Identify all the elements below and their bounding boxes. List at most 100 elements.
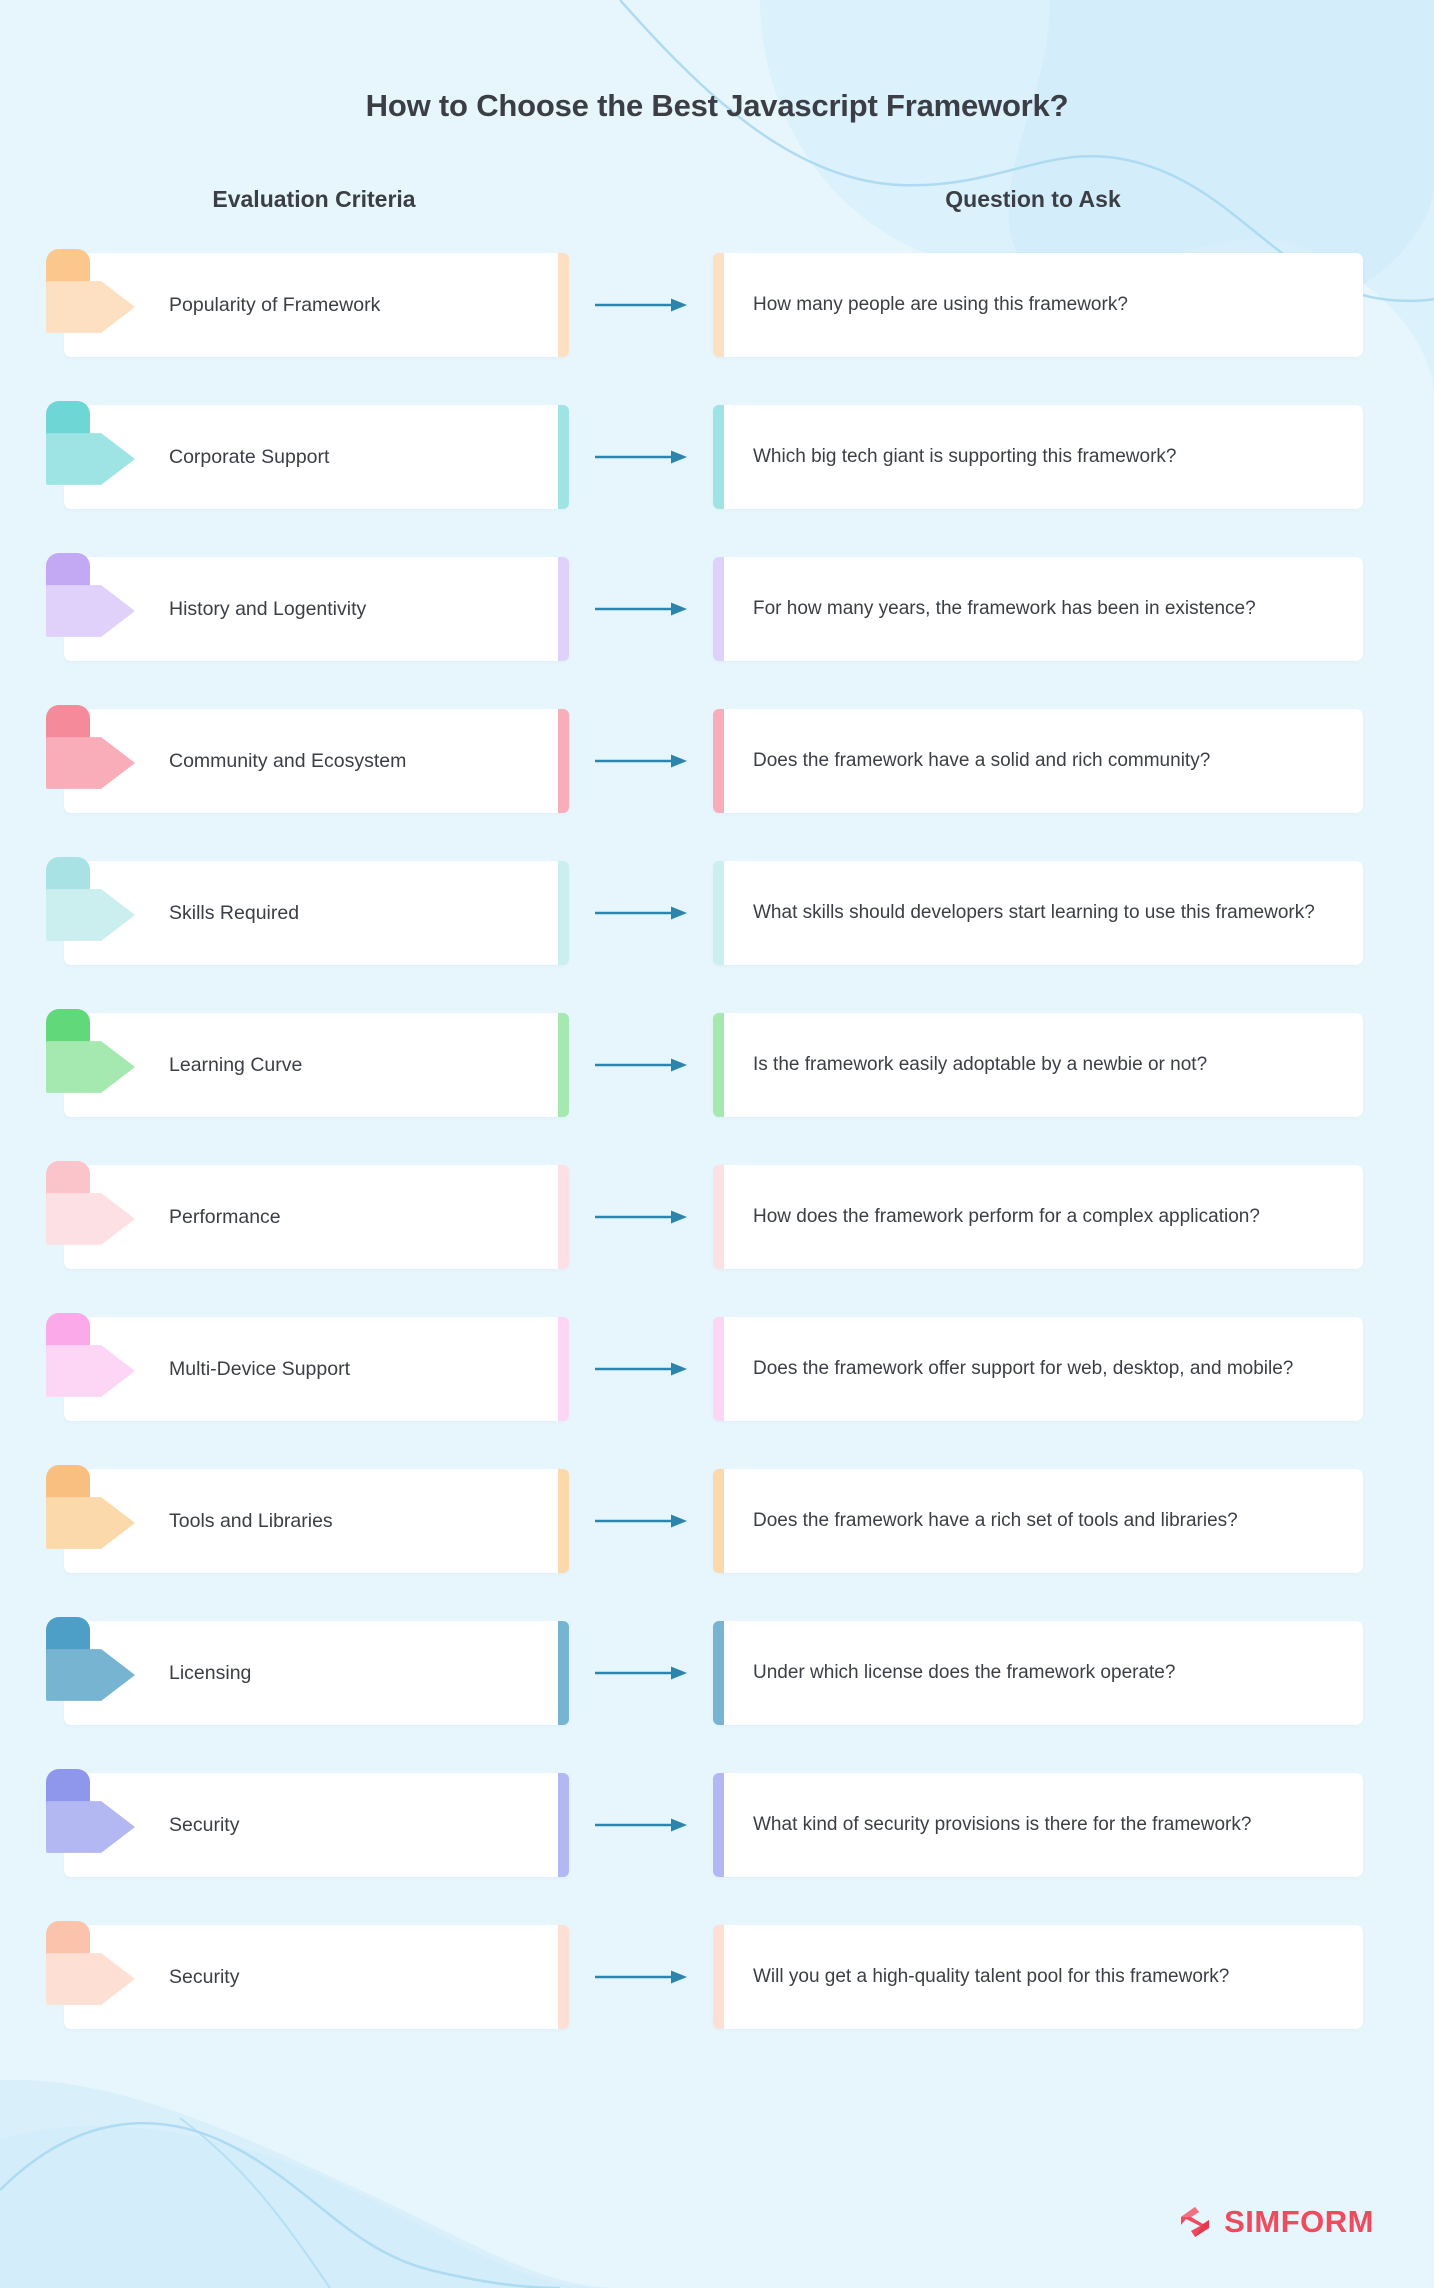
criteria-label: Corporate Support <box>169 445 330 468</box>
criteria-row: Learning Curve Is the framework easily a… <box>0 1009 1434 1117</box>
criteria-accent-strip <box>558 1925 569 2029</box>
column-headers: Evaluation Criteria Question to Ask <box>0 186 1434 213</box>
question-text: Does the framework have a rich set of to… <box>753 1510 1238 1532</box>
criteria-accent-strip <box>558 1165 569 1269</box>
question-card[interactable]: How does the framework perform for a com… <box>713 1165 1363 1269</box>
criteria-label: Skills Required <box>169 901 300 924</box>
row-connector-arrow <box>569 861 713 965</box>
row-connector-arrow <box>569 1773 713 1877</box>
question-text: What skills should developers start lear… <box>753 902 1315 924</box>
question-card[interactable]: For how many years, the framework has be… <box>713 557 1363 661</box>
criteria-card[interactable]: Popularity of Framework <box>46 249 569 357</box>
criteria-accent-strip <box>558 557 569 661</box>
row-connector-arrow <box>569 1469 713 1573</box>
arrow-right-icon <box>595 1058 687 1072</box>
criteria-accent-strip <box>558 1773 569 1877</box>
criteria-rows: Popularity of Framework How many people … <box>0 249 1434 2029</box>
arrow-right-icon <box>595 1818 687 1832</box>
arrow-right-icon <box>595 1210 687 1224</box>
row-connector-arrow <box>569 1013 713 1117</box>
question-text: Does the framework offer support for web… <box>753 1358 1294 1380</box>
row-connector-arrow <box>569 1317 713 1421</box>
question-card[interactable]: Is the framework easily adoptable by a n… <box>713 1013 1363 1117</box>
criteria-label: Performance <box>169 1205 281 1228</box>
question-card[interactable]: Does the framework have a rich set of to… <box>713 1469 1363 1573</box>
criteria-label: Community and Ecosystem <box>169 749 407 772</box>
criteria-row: Corporate Support Which big tech giant i… <box>0 401 1434 509</box>
criteria-card[interactable]: History and Logentivity <box>46 553 569 661</box>
row-connector-arrow <box>569 405 713 509</box>
criteria-label: Multi-Device Support <box>169 1357 350 1380</box>
question-text: Does the framework have a solid and rich… <box>753 750 1211 772</box>
criteria-accent-strip <box>558 709 569 813</box>
header-evaluation-criteria: Evaluation Criteria <box>212 186 416 212</box>
criteria-accent-strip <box>558 405 569 509</box>
criteria-row: Popularity of Framework How many people … <box>0 249 1434 357</box>
row-connector-arrow <box>569 1165 713 1269</box>
question-card[interactable]: How many people are using this framework… <box>713 253 1363 357</box>
criteria-card[interactable]: Security <box>46 1769 569 1877</box>
row-connector-arrow <box>569 1621 713 1725</box>
criteria-row: Skills Required What skills should devel… <box>0 857 1434 965</box>
criteria-accent-strip <box>558 861 569 965</box>
criteria-card[interactable]: Multi-Device Support <box>46 1313 569 1421</box>
question-text: How many people are using this framework… <box>753 294 1128 316</box>
criteria-label: Popularity of Framework <box>169 293 381 316</box>
criteria-label: History and Logentivity <box>169 597 367 620</box>
criteria-card[interactable]: Performance <box>46 1161 569 1269</box>
arrow-right-icon <box>595 1970 687 1984</box>
criteria-label: Security <box>169 1813 240 1836</box>
question-card[interactable]: What kind of security provisions is ther… <box>713 1773 1363 1877</box>
question-card[interactable]: Does the framework offer support for web… <box>713 1317 1363 1421</box>
criteria-card[interactable]: Corporate Support <box>46 401 569 509</box>
arrow-right-icon <box>595 602 687 616</box>
row-connector-arrow <box>569 709 713 813</box>
row-connector-arrow <box>569 557 713 661</box>
header-spacer <box>564 186 708 213</box>
criteria-accent-strip <box>558 1621 569 1725</box>
simform-logo: SIMFORM <box>1175 2204 1374 2240</box>
question-text: What kind of security provisions is ther… <box>753 1814 1252 1836</box>
arrow-right-icon <box>595 1362 687 1376</box>
question-text: How does the framework perform for a com… <box>753 1206 1260 1228</box>
question-card[interactable]: Under which license does the framework o… <box>713 1621 1363 1725</box>
simform-diamond-icon <box>1181 2207 1210 2237</box>
question-card[interactable]: Which big tech giant is supporting this … <box>713 405 1363 509</box>
page-title: How to Choose the Best Javascript Framew… <box>365 88 1069 123</box>
criteria-card[interactable]: Skills Required <box>46 857 569 965</box>
question-text: Will you get a high-quality talent pool … <box>753 1966 1230 1988</box>
criteria-accent-strip <box>558 253 569 357</box>
criteria-card[interactable]: Community and Ecosystem <box>46 705 569 813</box>
criteria-row: Multi-Device Support Does the framework … <box>0 1313 1434 1421</box>
question-card[interactable]: What skills should developers start lear… <box>713 861 1363 965</box>
question-card[interactable]: Will you get a high-quality talent pool … <box>713 1925 1363 2029</box>
criteria-row: Tools and Libraries Does the framework h… <box>0 1465 1434 1573</box>
row-connector-arrow <box>569 253 713 357</box>
row-connector-arrow <box>569 1925 713 2029</box>
arrow-right-icon <box>595 298 687 312</box>
criteria-label: Licensing <box>169 1661 252 1684</box>
criteria-label: Learning Curve <box>169 1053 303 1076</box>
criteria-row: Security Will you get a high-quality tal… <box>0 1921 1434 2029</box>
arrow-right-icon <box>595 1666 687 1680</box>
criteria-row: Licensing Under which license does the f… <box>0 1617 1434 1725</box>
question-text: For how many years, the framework has be… <box>753 598 1256 620</box>
criteria-card[interactable]: Licensing <box>46 1617 569 1725</box>
question-text: Under which license does the framework o… <box>753 1662 1176 1684</box>
question-text: Which big tech giant is supporting this … <box>753 446 1177 468</box>
criteria-card[interactable]: Security <box>46 1921 569 2029</box>
criteria-row: Performance How does the framework perfo… <box>0 1161 1434 1269</box>
criteria-row: Community and Ecosystem Does the framewo… <box>0 705 1434 813</box>
criteria-label: Tools and Libraries <box>169 1509 333 1532</box>
criteria-card[interactable]: Learning Curve <box>46 1009 569 1117</box>
arrow-right-icon <box>595 450 687 464</box>
criteria-card[interactable]: Tools and Libraries <box>46 1465 569 1573</box>
question-card[interactable]: Does the framework have a solid and rich… <box>713 709 1363 813</box>
arrow-right-icon <box>595 1514 687 1528</box>
criteria-row: Security What kind of security provision… <box>0 1769 1434 1877</box>
criteria-label: Security <box>169 1965 240 1988</box>
criteria-accent-strip <box>558 1317 569 1421</box>
logo-wordmark: SIMFORM <box>1224 2204 1374 2239</box>
criteria-accent-strip <box>558 1469 569 1573</box>
criteria-accent-strip <box>558 1013 569 1117</box>
